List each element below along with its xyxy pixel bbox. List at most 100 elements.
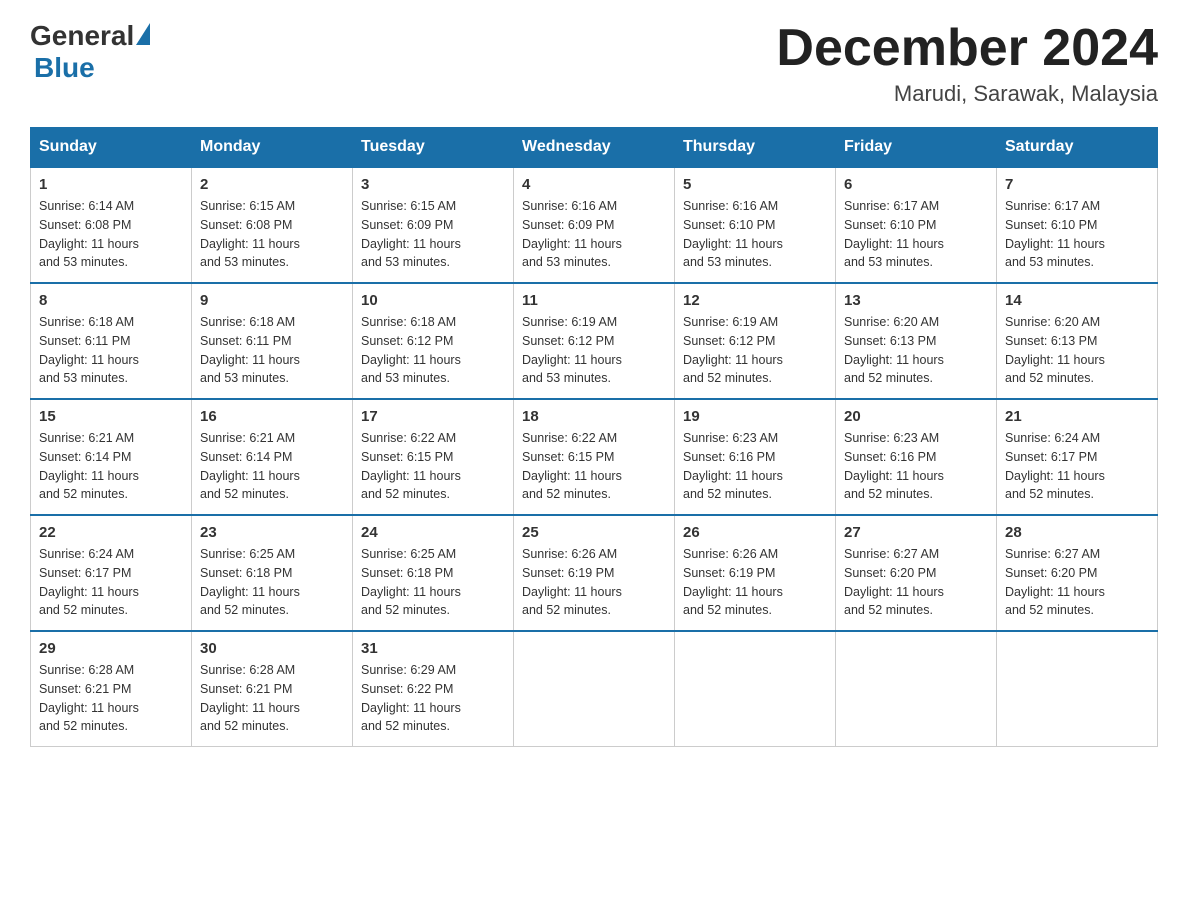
day-info: Sunrise: 6:16 AM Sunset: 6:10 PM Dayligh…: [683, 197, 827, 272]
header-sunday: Sunday: [31, 128, 192, 168]
calendar-cell: 14 Sunrise: 6:20 AM Sunset: 6:13 PM Dayl…: [997, 283, 1158, 399]
logo-triangle-icon: [136, 23, 150, 45]
day-info: Sunrise: 6:24 AM Sunset: 6:17 PM Dayligh…: [39, 545, 183, 620]
day-number: 24: [361, 524, 505, 541]
day-number: 29: [39, 640, 183, 657]
calendar-cell: 16 Sunrise: 6:21 AM Sunset: 6:14 PM Dayl…: [192, 399, 353, 515]
calendar-cell: 19 Sunrise: 6:23 AM Sunset: 6:16 PM Dayl…: [675, 399, 836, 515]
day-number: 5: [683, 176, 827, 193]
header-friday: Friday: [836, 128, 997, 168]
calendar-cell: 18 Sunrise: 6:22 AM Sunset: 6:15 PM Dayl…: [514, 399, 675, 515]
day-number: 26: [683, 524, 827, 541]
day-number: 23: [200, 524, 344, 541]
calendar-table: SundayMondayTuesdayWednesdayThursdayFrid…: [30, 127, 1158, 747]
calendar-cell: 27 Sunrise: 6:27 AM Sunset: 6:20 PM Dayl…: [836, 515, 997, 631]
day-number: 14: [1005, 292, 1149, 309]
title-section: December 2024 Marudi, Sarawak, Malaysia: [776, 20, 1158, 107]
day-info: Sunrise: 6:27 AM Sunset: 6:20 PM Dayligh…: [844, 545, 988, 620]
day-number: 8: [39, 292, 183, 309]
calendar-cell: 21 Sunrise: 6:24 AM Sunset: 6:17 PM Dayl…: [997, 399, 1158, 515]
day-info: Sunrise: 6:18 AM Sunset: 6:11 PM Dayligh…: [200, 313, 344, 388]
day-number: 12: [683, 292, 827, 309]
day-info: Sunrise: 6:15 AM Sunset: 6:08 PM Dayligh…: [200, 197, 344, 272]
day-info: Sunrise: 6:14 AM Sunset: 6:08 PM Dayligh…: [39, 197, 183, 272]
day-number: 7: [1005, 176, 1149, 193]
day-number: 17: [361, 408, 505, 425]
day-number: 31: [361, 640, 505, 657]
calendar-cell: 2 Sunrise: 6:15 AM Sunset: 6:08 PM Dayli…: [192, 167, 353, 283]
day-info: Sunrise: 6:28 AM Sunset: 6:21 PM Dayligh…: [200, 661, 344, 736]
page-header: General Blue December 2024 Marudi, Saraw…: [30, 20, 1158, 107]
day-number: 4: [522, 176, 666, 193]
header-tuesday: Tuesday: [353, 128, 514, 168]
day-info: Sunrise: 6:22 AM Sunset: 6:15 PM Dayligh…: [522, 429, 666, 504]
calendar-cell: 7 Sunrise: 6:17 AM Sunset: 6:10 PM Dayli…: [997, 167, 1158, 283]
day-number: 21: [1005, 408, 1149, 425]
calendar-cell: 29 Sunrise: 6:28 AM Sunset: 6:21 PM Dayl…: [31, 631, 192, 747]
header-monday: Monday: [192, 128, 353, 168]
calendar-week-3: 15 Sunrise: 6:21 AM Sunset: 6:14 PM Dayl…: [31, 399, 1158, 515]
calendar-cell: 28 Sunrise: 6:27 AM Sunset: 6:20 PM Dayl…: [997, 515, 1158, 631]
calendar-cell: 25 Sunrise: 6:26 AM Sunset: 6:19 PM Dayl…: [514, 515, 675, 631]
day-info: Sunrise: 6:25 AM Sunset: 6:18 PM Dayligh…: [200, 545, 344, 620]
day-info: Sunrise: 6:23 AM Sunset: 6:16 PM Dayligh…: [683, 429, 827, 504]
day-number: 27: [844, 524, 988, 541]
calendar-cell: 4 Sunrise: 6:16 AM Sunset: 6:09 PM Dayli…: [514, 167, 675, 283]
calendar-cell: 13 Sunrise: 6:20 AM Sunset: 6:13 PM Dayl…: [836, 283, 997, 399]
day-info: Sunrise: 6:26 AM Sunset: 6:19 PM Dayligh…: [683, 545, 827, 620]
calendar-cell: [514, 631, 675, 747]
header-wednesday: Wednesday: [514, 128, 675, 168]
day-number: 13: [844, 292, 988, 309]
header-saturday: Saturday: [997, 128, 1158, 168]
day-number: 15: [39, 408, 183, 425]
day-info: Sunrise: 6:26 AM Sunset: 6:19 PM Dayligh…: [522, 545, 666, 620]
day-info: Sunrise: 6:17 AM Sunset: 6:10 PM Dayligh…: [1005, 197, 1149, 272]
day-info: Sunrise: 6:16 AM Sunset: 6:09 PM Dayligh…: [522, 197, 666, 272]
day-number: 30: [200, 640, 344, 657]
day-number: 10: [361, 292, 505, 309]
calendar-cell: 5 Sunrise: 6:16 AM Sunset: 6:10 PM Dayli…: [675, 167, 836, 283]
day-info: Sunrise: 6:23 AM Sunset: 6:16 PM Dayligh…: [844, 429, 988, 504]
calendar-cell: 30 Sunrise: 6:28 AM Sunset: 6:21 PM Dayl…: [192, 631, 353, 747]
header-thursday: Thursday: [675, 128, 836, 168]
day-number: 16: [200, 408, 344, 425]
day-info: Sunrise: 6:25 AM Sunset: 6:18 PM Dayligh…: [361, 545, 505, 620]
calendar-week-2: 8 Sunrise: 6:18 AM Sunset: 6:11 PM Dayli…: [31, 283, 1158, 399]
day-number: 20: [844, 408, 988, 425]
month-title: December 2024: [776, 20, 1158, 77]
calendar-cell: 12 Sunrise: 6:19 AM Sunset: 6:12 PM Dayl…: [675, 283, 836, 399]
calendar-cell: 11 Sunrise: 6:19 AM Sunset: 6:12 PM Dayl…: [514, 283, 675, 399]
day-info: Sunrise: 6:21 AM Sunset: 6:14 PM Dayligh…: [39, 429, 183, 504]
day-info: Sunrise: 6:20 AM Sunset: 6:13 PM Dayligh…: [844, 313, 988, 388]
day-info: Sunrise: 6:15 AM Sunset: 6:09 PM Dayligh…: [361, 197, 505, 272]
calendar-cell: 1 Sunrise: 6:14 AM Sunset: 6:08 PM Dayli…: [31, 167, 192, 283]
day-number: 1: [39, 176, 183, 193]
day-number: 11: [522, 292, 666, 309]
day-info: Sunrise: 6:18 AM Sunset: 6:11 PM Dayligh…: [39, 313, 183, 388]
day-number: 22: [39, 524, 183, 541]
day-info: Sunrise: 6:27 AM Sunset: 6:20 PM Dayligh…: [1005, 545, 1149, 620]
logo: General Blue: [30, 20, 152, 84]
calendar-week-4: 22 Sunrise: 6:24 AM Sunset: 6:17 PM Dayl…: [31, 515, 1158, 631]
location-title: Marudi, Sarawak, Malaysia: [776, 81, 1158, 107]
calendar-header-row: SundayMondayTuesdayWednesdayThursdayFrid…: [31, 128, 1158, 168]
day-info: Sunrise: 6:29 AM Sunset: 6:22 PM Dayligh…: [361, 661, 505, 736]
day-info: Sunrise: 6:19 AM Sunset: 6:12 PM Dayligh…: [683, 313, 827, 388]
calendar-cell: 23 Sunrise: 6:25 AM Sunset: 6:18 PM Dayl…: [192, 515, 353, 631]
calendar-cell: [675, 631, 836, 747]
calendar-week-1: 1 Sunrise: 6:14 AM Sunset: 6:08 PM Dayli…: [31, 167, 1158, 283]
day-number: 3: [361, 176, 505, 193]
calendar-cell: 6 Sunrise: 6:17 AM Sunset: 6:10 PM Dayli…: [836, 167, 997, 283]
day-number: 6: [844, 176, 988, 193]
calendar-cell: 10 Sunrise: 6:18 AM Sunset: 6:12 PM Dayl…: [353, 283, 514, 399]
day-info: Sunrise: 6:20 AM Sunset: 6:13 PM Dayligh…: [1005, 313, 1149, 388]
calendar-cell: 20 Sunrise: 6:23 AM Sunset: 6:16 PM Dayl…: [836, 399, 997, 515]
calendar-cell: 8 Sunrise: 6:18 AM Sunset: 6:11 PM Dayli…: [31, 283, 192, 399]
day-number: 9: [200, 292, 344, 309]
day-info: Sunrise: 6:19 AM Sunset: 6:12 PM Dayligh…: [522, 313, 666, 388]
calendar-cell: 17 Sunrise: 6:22 AM Sunset: 6:15 PM Dayl…: [353, 399, 514, 515]
day-info: Sunrise: 6:28 AM Sunset: 6:21 PM Dayligh…: [39, 661, 183, 736]
calendar-cell: 24 Sunrise: 6:25 AM Sunset: 6:18 PM Dayl…: [353, 515, 514, 631]
day-info: Sunrise: 6:22 AM Sunset: 6:15 PM Dayligh…: [361, 429, 505, 504]
day-info: Sunrise: 6:18 AM Sunset: 6:12 PM Dayligh…: [361, 313, 505, 388]
